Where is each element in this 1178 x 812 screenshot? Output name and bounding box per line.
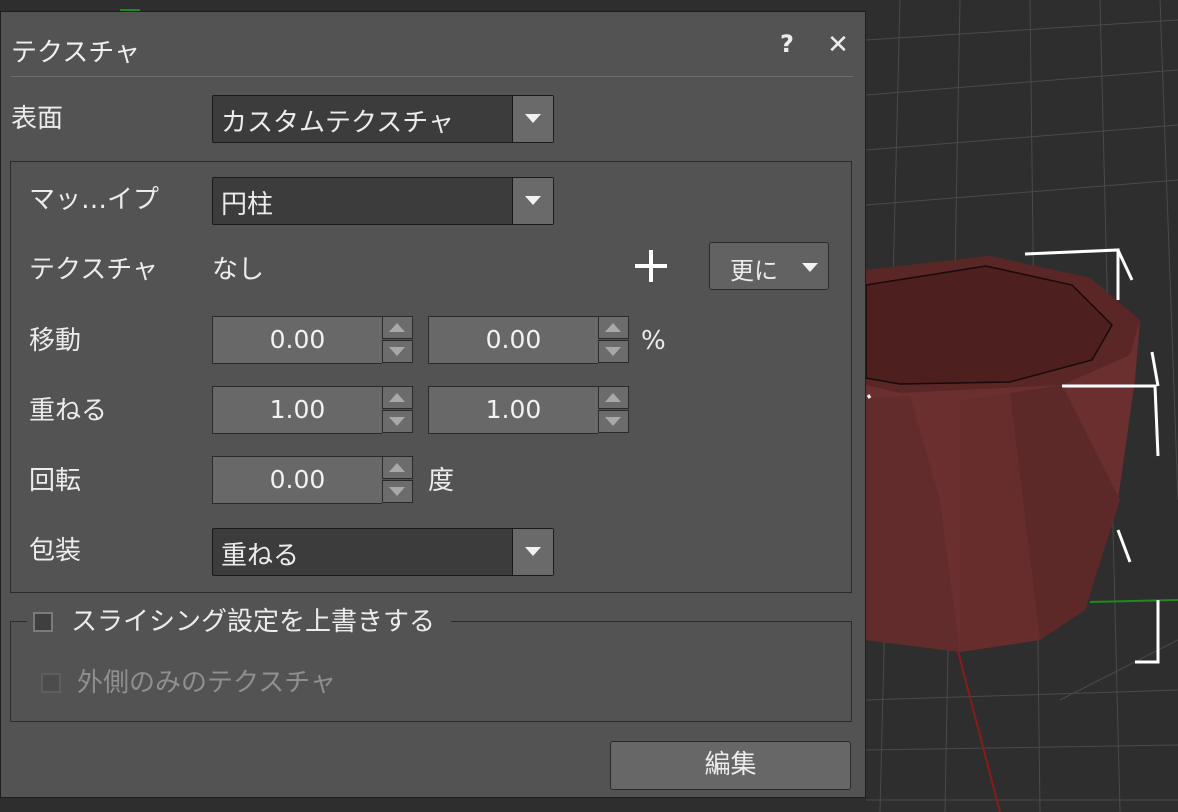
chevron-down-icon[interactable] (512, 96, 553, 142)
move-y-spinbox[interactable]: 0.00 (428, 316, 629, 364)
decrement-icon[interactable] (382, 410, 413, 433)
more-button[interactable]: 更に (709, 242, 829, 290)
chevron-down-icon[interactable] (512, 529, 553, 575)
repeat-y-spinbox[interactable]: 1.00 (428, 386, 629, 434)
slicing-override-label: スライシング設定を上書きする (71, 607, 436, 637)
rotation-input[interactable]: 0.00 (212, 456, 382, 504)
texture-value: なし (212, 255, 265, 285)
increment-icon[interactable] (598, 386, 629, 409)
increment-icon[interactable] (382, 456, 413, 479)
y-axis-line (1089, 599, 1178, 603)
texture-settings-group: マッ…イプ 円柱 テクスチャ なし 移動 0.00 0.00 % 重ねる 1.0… (10, 161, 852, 593)
decrement-icon[interactable] (382, 340, 413, 363)
move-label: 移動 (29, 326, 82, 356)
rotation-unit: 度 (428, 466, 455, 496)
wrap-select-value: 重ねる (221, 541, 300, 571)
decrement-icon[interactable] (598, 340, 629, 363)
wrap-label: 包装 (29, 536, 82, 566)
increment-icon[interactable] (598, 316, 629, 339)
cup-model[interactable] (865, 256, 1140, 652)
repeat-label: 重ねる (29, 396, 108, 426)
chevron-down-icon (802, 263, 818, 272)
outer-only-label: 外側のみのテクスチャ (77, 668, 336, 698)
surface-label: 表面 (11, 104, 64, 134)
more-button-label: 更に (730, 257, 778, 285)
x-axis-line (954, 639, 1001, 812)
edit-button[interactable]: 編集 (610, 741, 851, 790)
decrement-icon[interactable] (598, 410, 629, 433)
surface-select[interactable]: カスタムテクスチャ (212, 95, 554, 143)
move-x-input[interactable]: 0.00 (212, 316, 382, 364)
slicing-override-checkbox[interactable] (33, 612, 53, 632)
mapping-type-select[interactable]: 円柱 (212, 177, 554, 225)
move-unit: % (641, 326, 666, 356)
add-texture-icon[interactable] (631, 246, 671, 286)
chevron-down-icon[interactable] (512, 178, 553, 224)
move-y-input[interactable]: 0.00 (428, 316, 598, 364)
mapping-type-label: マッ…イプ (29, 185, 160, 215)
slicing-override-header[interactable]: スライシング設定を上書きする (27, 604, 451, 644)
outer-only-checkbox[interactable] (41, 673, 61, 693)
rotation-spinbox[interactable]: 0.00 (212, 456, 413, 504)
increment-icon[interactable] (382, 386, 413, 409)
repeat-x-spinbox[interactable]: 1.00 (212, 386, 413, 434)
repeat-y-input[interactable]: 1.00 (428, 386, 598, 434)
decrement-icon[interactable] (382, 480, 413, 503)
wrap-select[interactable]: 重ねる (212, 528, 554, 576)
increment-icon[interactable] (382, 316, 413, 339)
dialog-title: テクスチャ (11, 38, 140, 68)
surface-select-value: カスタムテクスチャ (221, 108, 454, 138)
move-x-spinbox[interactable]: 0.00 (212, 316, 413, 364)
help-button[interactable]: ? (773, 30, 801, 62)
mapping-type-value: 円柱 (221, 190, 274, 220)
texture-label: テクスチャ (29, 255, 158, 285)
rotation-label: 回転 (29, 466, 82, 496)
title-divider (11, 76, 853, 77)
repeat-x-input[interactable]: 1.00 (212, 386, 382, 434)
close-button[interactable]: ✕ (823, 30, 853, 62)
texture-dialog: テクスチャ ? ✕ 表面 カスタムテクスチャ マッ…イプ 円柱 テクスチャ なし… (0, 11, 866, 798)
